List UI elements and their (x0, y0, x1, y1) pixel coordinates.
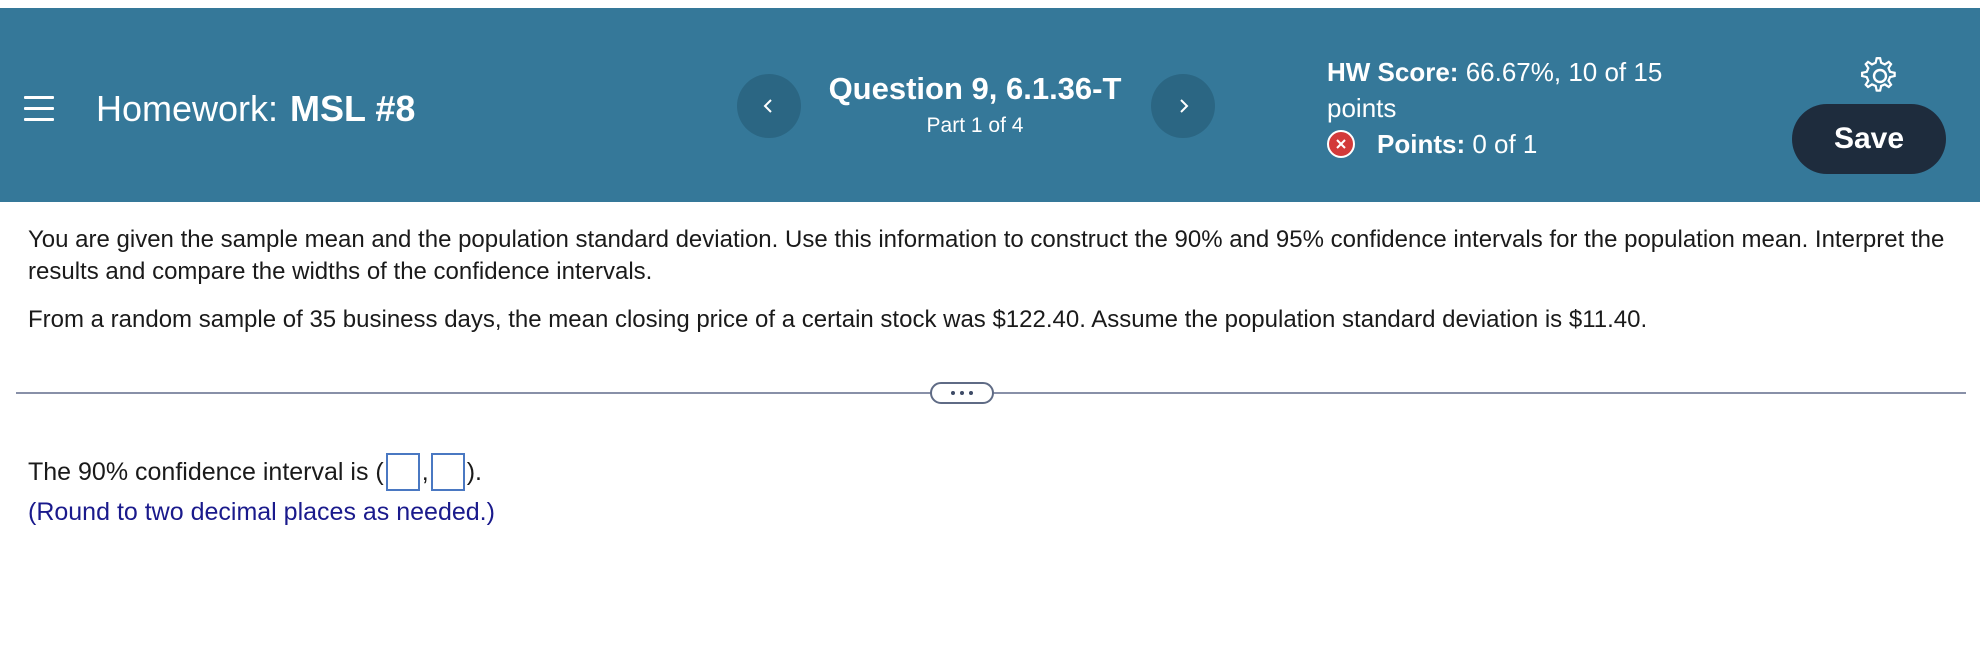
next-question-button[interactable] (1151, 74, 1215, 138)
homework-header: Homework: MSL #8 Question 9, 6.1.36-T Par… (0, 8, 1980, 202)
homework-label: Homework: (96, 88, 279, 129)
answer-suffix: ). (466, 458, 482, 486)
score-panel: HW Score: 66.67%, 10 of 15 points Points… (1327, 54, 1727, 162)
points-value: 0 of 1 (1472, 129, 1538, 159)
chevron-left-icon (763, 99, 772, 113)
expand-question-button[interactable] (930, 382, 994, 404)
top-strip (0, 0, 1980, 8)
answer-separator: , (421, 458, 429, 486)
hw-score-label: HW Score: (1327, 57, 1459, 87)
answer-area: The 90% confidence interval is ( , ). (R… (28, 452, 495, 532)
question-content: You are given the sample mean and the po… (28, 224, 1948, 352)
incorrect-x-icon (1327, 130, 1355, 158)
save-button[interactable]: Save (1792, 104, 1946, 174)
problem-instructions: You are given the sample mean and the po… (28, 226, 1945, 285)
gear-icon[interactable] (1860, 56, 1900, 96)
points-label: Points: (1377, 129, 1466, 159)
ellipsis-dot (969, 391, 973, 395)
menu-icon[interactable] (24, 96, 54, 122)
previous-question-button[interactable] (737, 74, 801, 138)
hw-score: HW Score: 66.67%, 10 of 15 points (1327, 54, 1727, 126)
homework-title: Homework: MSL #8 (96, 88, 415, 130)
question-title: Question 9, 6.1.36-T (828, 71, 1122, 106)
points-row: Points: 0 of 1 (1327, 126, 1727, 162)
rounding-hint: (Round to two decimal places as needed.) (28, 498, 495, 526)
problem-given: From a random sample of 35 business days… (28, 306, 1648, 333)
ellipsis-dot (960, 391, 964, 395)
lower-bound-input[interactable] (385, 453, 420, 491)
chevron-right-icon (1180, 99, 1189, 113)
question-part: Part 1 of 4 (926, 114, 1024, 137)
upper-bound-input[interactable] (430, 453, 465, 491)
homework-name: MSL #8 (290, 88, 416, 129)
question-info: Question 9, 6.1.36-T Part 1 of 4 (810, 70, 1140, 140)
answer-prefix: The 90% confidence interval is ( (28, 458, 384, 486)
answer-line: The 90% confidence interval is ( , ). (28, 452, 495, 492)
ellipsis-dot (951, 391, 955, 395)
